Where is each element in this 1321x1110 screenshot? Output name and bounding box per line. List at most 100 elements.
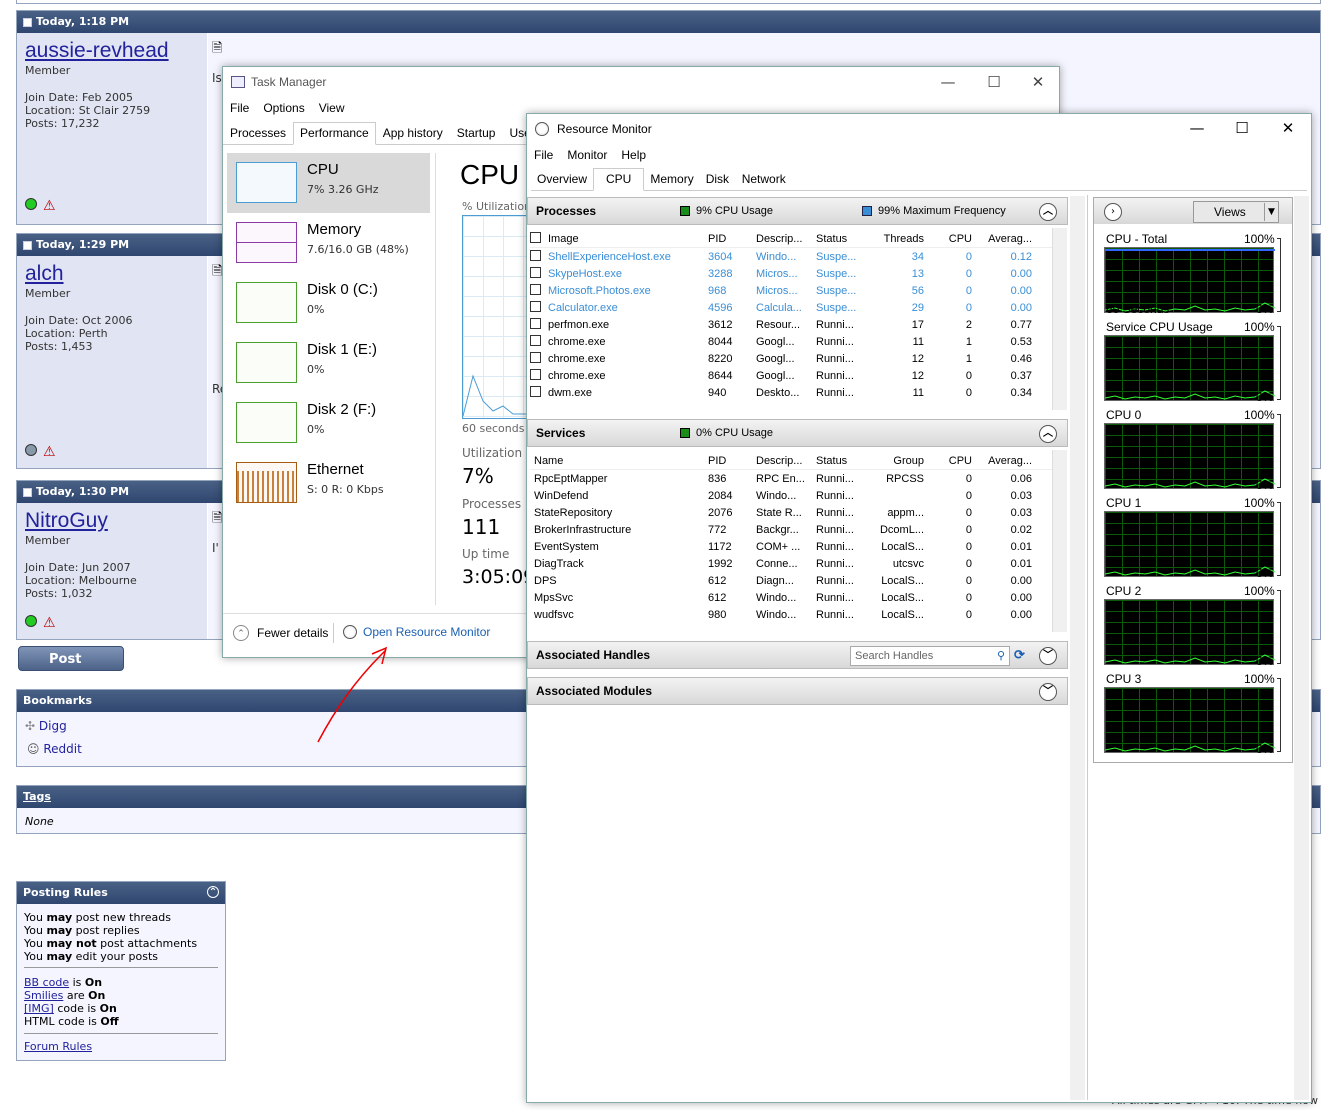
row-checkbox[interactable] xyxy=(530,351,548,366)
column-header[interactable]: Status xyxy=(816,233,872,245)
table-row[interactable]: EventSystem 1172 COM+ ... Runni... LocalS...… xyxy=(530,538,1052,555)
expand-icon[interactable]: ﹀ xyxy=(1039,683,1057,701)
main-scrollbar[interactable] xyxy=(1070,196,1085,1100)
table-row[interactable]: perfmon.exe 3612 Resour... Runni... 17 2 0.77 xyxy=(530,316,1052,333)
chevron-right-icon[interactable]: › xyxy=(1104,203,1122,221)
tab-startup[interactable]: Startup xyxy=(450,122,503,144)
menu-item-file[interactable]: File xyxy=(230,101,249,115)
tab-overview[interactable]: Overview xyxy=(531,168,593,190)
table-row[interactable]: chrome.exe 8220 Googl... Runni... 12 1 0.46 xyxy=(530,350,1052,367)
row-checkbox[interactable] xyxy=(530,300,548,315)
forum-rules-link[interactable]: Forum Rules xyxy=(24,1040,92,1053)
table-row[interactable]: Calculator.exe 4596 Calcula... Suspe... 29 0 0… xyxy=(530,299,1052,316)
collapse-icon[interactable]: ⌃ xyxy=(207,886,219,898)
tab-cpu[interactable]: CPU xyxy=(593,168,645,191)
services-scrollbar[interactable] xyxy=(1052,450,1067,632)
minimize-button[interactable]: — xyxy=(925,67,971,97)
column-header[interactable]: Group xyxy=(872,455,924,467)
perf-item-cpu[interactable]: CPU 7% 3.26 GHz xyxy=(227,153,430,213)
table-row[interactable]: DPS 612 Diagn... Runni... LocalS... 0 0.00 xyxy=(530,572,1052,589)
tab-disk[interactable]: Disk xyxy=(700,168,736,190)
close-button[interactable]: ✕ xyxy=(1015,67,1061,97)
search-icon[interactable]: ⚲ xyxy=(997,647,1005,665)
handles-section-header[interactable]: Associated Handles Search Handles ⚲ ⟳ ﹀ xyxy=(527,641,1068,669)
img-code-link[interactable]: [IMG] xyxy=(24,1002,54,1015)
collapse-icon[interactable]: ︿ xyxy=(1039,425,1057,443)
tab-memory[interactable]: Memory xyxy=(644,168,699,190)
tab-app-history[interactable]: App history xyxy=(376,122,450,144)
row-checkbox[interactable] xyxy=(530,334,548,349)
post-reply-button[interactable]: Post Reply xyxy=(18,646,124,692)
menu-item-file[interactable]: File xyxy=(534,148,553,162)
perf-item-disk[interactable]: Disk 0 (C:) 0% xyxy=(227,273,430,333)
menu-item-help[interactable]: Help xyxy=(621,148,646,162)
row-checkbox[interactable] xyxy=(530,283,548,298)
table-row[interactable]: DiagTrack 1992 Conne... Runni... utcsvc 0 0.01 xyxy=(530,555,1052,572)
column-header[interactable]: Status xyxy=(816,455,872,467)
open-resource-monitor-link[interactable]: Open Resource Monitor xyxy=(343,625,490,639)
graph-scrollbar[interactable] xyxy=(1294,196,1309,1100)
tab-network[interactable]: Network xyxy=(736,168,792,190)
row-checkbox[interactable] xyxy=(530,249,548,264)
menu-item-view[interactable]: View xyxy=(319,101,345,115)
row-checkbox[interactable] xyxy=(530,317,548,332)
table-row[interactable]: MpsSvc 612 Windo... Runni... LocalS... 0 0.00 xyxy=(530,589,1052,606)
refresh-icon[interactable]: ⟳ xyxy=(1014,647,1025,663)
table-row[interactable]: dwm.exe 940 Deskto... Runni... 11 0 0.34 xyxy=(530,384,1052,401)
column-header[interactable]: Averag... xyxy=(972,455,1032,467)
column-header[interactable]: Image xyxy=(548,233,708,245)
table-row[interactable]: WinDefend 2084 Windo... Runni... 0 0.03 xyxy=(530,487,1052,504)
bookmark-reddit[interactable]: ☺ Reddit xyxy=(27,742,82,756)
menu-item-options[interactable]: Options xyxy=(263,101,304,115)
column-header[interactable]: Threads xyxy=(872,233,924,245)
report-icon[interactable]: ⚠ xyxy=(43,444,56,460)
table-row[interactable]: wudfsvc 980 Windo... Runni... LocalS... 0 0.00 xyxy=(530,606,1052,623)
username-link[interactable]: alch xyxy=(25,262,199,286)
perf-item-disk[interactable]: Disk 1 (E:) 0% xyxy=(227,333,430,393)
perf-item-ethernet[interactable]: Ethernet S: 0 R: 0 Kbps xyxy=(227,453,430,513)
row-checkbox[interactable] xyxy=(530,368,548,383)
processes-scrollbar[interactable] xyxy=(1052,228,1067,410)
username-link[interactable]: aussie-revhead xyxy=(25,39,199,63)
table-row[interactable]: StateRepository 2076 State R... Runni... app… xyxy=(530,504,1052,521)
perf-item-disk[interactable]: Disk 2 (F:) 0% xyxy=(227,393,430,453)
fewer-details-button[interactable]: ⌃ Fewer details xyxy=(233,625,328,641)
table-row[interactable]: chrome.exe 8044 Googl... Runni... 11 1 0.53 xyxy=(530,333,1052,350)
report-icon[interactable]: ⚠ xyxy=(43,198,56,214)
bb-code-link[interactable]: BB code xyxy=(24,976,69,989)
row-checkbox[interactable] xyxy=(530,385,548,400)
column-header[interactable]: Averag... xyxy=(972,233,1032,245)
tab-performance[interactable]: Performance xyxy=(293,122,376,145)
column-header[interactable]: Name xyxy=(534,455,708,467)
perf-item-memory[interactable]: Memory 7.6/16.0 GB (48%) xyxy=(227,213,430,273)
collapse-icon[interactable]: ︿ xyxy=(1039,203,1057,221)
maximize-button[interactable]: ☐ xyxy=(971,67,1017,97)
menu-item-monitor[interactable]: Monitor xyxy=(567,148,607,162)
column-header[interactable]: PID xyxy=(708,233,756,245)
expand-icon[interactable]: ﹀ xyxy=(1039,647,1057,665)
tab-processes[interactable]: Processes xyxy=(223,122,293,144)
chevron-down-icon[interactable]: ▼ xyxy=(1264,203,1278,221)
table-row[interactable]: SkypeHost.exe 3288 Micros... Suspe... 13 0 0.0… xyxy=(530,265,1052,282)
table-row[interactable]: Microsoft.Photos.exe 968 Micros... Suspe...… xyxy=(530,282,1052,299)
bookmark-digg[interactable]: ✣ Digg xyxy=(25,719,67,733)
row-checkbox[interactable] xyxy=(530,266,548,281)
column-header[interactable]: Descrip... xyxy=(756,233,816,245)
search-handles-input[interactable]: Search Handles ⚲ xyxy=(850,646,1010,666)
username-link[interactable]: NitroGuy xyxy=(25,509,199,533)
table-row[interactable]: BrokerInfrastructure 772 Backgr... Runni...… xyxy=(530,521,1052,538)
modules-section-header[interactable]: Associated Modules ﹀ xyxy=(527,677,1068,705)
processes-section-header[interactable]: Processes 9% CPU Usage 99% Maximum Frequ… xyxy=(527,197,1068,225)
table-row[interactable]: chrome.exe 8644 Googl... Runni... 12 0 0.37 xyxy=(530,367,1052,384)
table-row[interactable]: RpcEptMapper 836 RPC En... Runni... RPCSS 0 0.… xyxy=(530,470,1052,487)
header-checkbox[interactable] xyxy=(530,231,548,246)
minimize-button[interactable]: — xyxy=(1174,113,1220,143)
column-header[interactable]: Descrip... xyxy=(756,455,816,467)
column-header[interactable]: CPU xyxy=(924,455,972,467)
column-header[interactable]: CPU xyxy=(924,233,972,245)
services-section-header[interactable]: Services 0% CPU Usage ︿ xyxy=(527,419,1068,447)
table-row[interactable]: ShellExperienceHost.exe 3604 Windo... Suspe… xyxy=(530,248,1052,265)
smilies-link[interactable]: Smilies xyxy=(24,989,63,1002)
close-button[interactable]: ✕ xyxy=(1265,113,1311,143)
maximize-button[interactable]: ☐ xyxy=(1219,113,1265,143)
